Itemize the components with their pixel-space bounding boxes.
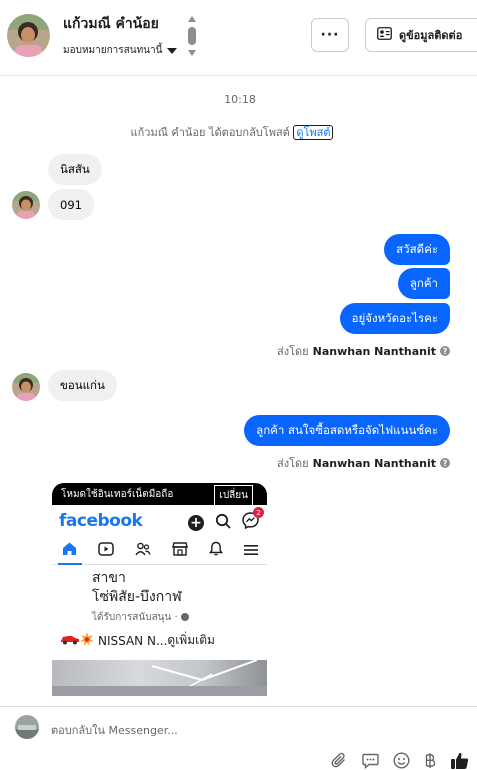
image-attachment[interactable]: โหมดใช้อินเทอร์เน็ตมือถือ เปลี่ยน facebo… bbox=[52, 483, 267, 696]
outgoing-message: สวัสดีค่ะ bbox=[384, 234, 450, 265]
facebook-nav-bar bbox=[52, 537, 267, 565]
notifications-bell-icon bbox=[208, 541, 224, 560]
outgoing-message: ลูกค้า bbox=[397, 268, 450, 299]
view-contact-button[interactable]: ดูข้อมูลติดต่อ bbox=[365, 18, 477, 52]
conversation-scroll-stepper[interactable] bbox=[186, 14, 198, 60]
reply-input[interactable]: ตอบกลับใน Messenger... bbox=[51, 721, 178, 739]
incoming-message: ขอนแก่น bbox=[48, 370, 117, 401]
composer-toolbar bbox=[331, 751, 469, 770]
messenger-icon: 2 bbox=[242, 507, 264, 533]
assign-label: มอบหมายการสนทนานี้ bbox=[63, 45, 163, 56]
system-message: แก้วมณี คำน้อย ได้ตอบกลับโพสต์ ดูโพสต์ bbox=[0, 123, 464, 141]
view-post-link[interactable]: ดูโพสต์ bbox=[293, 125, 334, 140]
marketplace-icon bbox=[172, 541, 188, 560]
contact-avatar[interactable] bbox=[7, 14, 50, 57]
video-icon bbox=[98, 541, 114, 560]
create-plus-icon: + bbox=[188, 514, 204, 531]
more-options-button[interactable]: ··· bbox=[311, 18, 349, 52]
sent-by-prefix: ส่งโดย bbox=[277, 457, 309, 470]
menu-icon bbox=[244, 541, 258, 560]
caret-down-icon bbox=[167, 47, 178, 54]
system-message-text: แก้วมณี คำน้อย ได้ตอบกลับโพสต์ bbox=[130, 126, 290, 139]
sender-name: Nanwhan Nanthanit bbox=[312, 344, 436, 358]
contact-avatar-small bbox=[12, 191, 40, 219]
post-body-text: NISSAN N... bbox=[98, 633, 168, 648]
view-contact-label: ดูข้อมูลติดต่อ bbox=[399, 29, 463, 42]
baht-payment-icon[interactable] bbox=[424, 752, 436, 769]
globe-icon bbox=[180, 613, 189, 621]
sender-name: Nanwhan Nanthanit bbox=[312, 456, 436, 470]
post-title-line: โซ่พิสัย-บึงกาฬ bbox=[92, 589, 182, 605]
car-emoji-icon bbox=[60, 633, 80, 648]
post-title-line: สาขา bbox=[92, 570, 126, 586]
active-tab-indicator bbox=[58, 563, 82, 565]
sent-by-label: ส่งโดย Nanwhan Nanthanit ? bbox=[277, 454, 450, 472]
saved-reply-icon[interactable] bbox=[362, 753, 379, 769]
arrow-down-icon bbox=[188, 50, 196, 56]
message-composer: ตอบกลับใน Messenger... bbox=[0, 706, 477, 770]
switch-mode-button: เปลี่ยน bbox=[214, 485, 253, 505]
info-icon[interactable]: ? bbox=[440, 346, 450, 356]
data-mode-banner: โหมดใช้อินเทอร์เน็ตมือถือ เปลี่ยน bbox=[52, 483, 267, 505]
conversation-header: แก้วมณี คำน้อย มอบหมายการสนทนานี้ ··· ดู… bbox=[0, 0, 477, 76]
post-photo bbox=[52, 659, 267, 696]
emoji-icon[interactable] bbox=[393, 752, 410, 769]
post-title: สาขา โซ่พิสัย-บึงกาฬ bbox=[52, 565, 267, 607]
contact-card-icon bbox=[377, 27, 392, 43]
facebook-logo: facebook bbox=[59, 511, 143, 531]
attach-paperclip-icon[interactable] bbox=[331, 752, 348, 769]
post-body-line: NISSAN N... ดูเพิ่มเติม bbox=[52, 625, 267, 650]
incoming-message: 091 bbox=[48, 189, 94, 220]
like-thumbs-up-icon[interactable] bbox=[450, 751, 469, 770]
message-timestamp: 10:18 bbox=[224, 93, 256, 106]
sent-by-prefix: ส่งโดย bbox=[277, 345, 309, 358]
sent-by-label: ส่งโดย Nanwhan Nanthanit ? bbox=[277, 342, 450, 360]
collision-emoji-icon bbox=[80, 632, 94, 649]
assign-conversation-dropdown[interactable]: มอบหมายการสนทนานี้ bbox=[63, 43, 178, 58]
arrow-up-icon bbox=[188, 16, 196, 22]
search-icon bbox=[215, 513, 231, 533]
outgoing-message: ลูกค้า สนใจซื้อสดหรือจัดไฟแนนซ์คะ bbox=[244, 415, 450, 446]
notification-badge: 2 bbox=[253, 507, 264, 518]
incoming-message: นิสสัน bbox=[48, 154, 102, 185]
contact-name: แก้วมณี คำน้อย bbox=[63, 16, 159, 32]
info-icon[interactable]: ? bbox=[440, 458, 450, 468]
page-avatar bbox=[15, 715, 39, 739]
contact-avatar-small bbox=[12, 373, 40, 401]
see-more-text: ดูเพิ่มเติม bbox=[167, 633, 215, 647]
home-icon bbox=[62, 541, 77, 560]
friends-icon bbox=[135, 541, 151, 560]
post-sponsored: ได้รับการสนับสนุน · bbox=[52, 607, 267, 625]
facebook-top-bar: facebook + 2 bbox=[52, 505, 267, 537]
sponsored-text: ได้รับการสนับสนุน · bbox=[92, 612, 181, 623]
outgoing-message: อยู่จังหวัดอะไรคะ bbox=[339, 303, 450, 334]
data-mode-text: โหมดใช้อินเทอร์เน็ตมือถือ bbox=[61, 488, 174, 500]
